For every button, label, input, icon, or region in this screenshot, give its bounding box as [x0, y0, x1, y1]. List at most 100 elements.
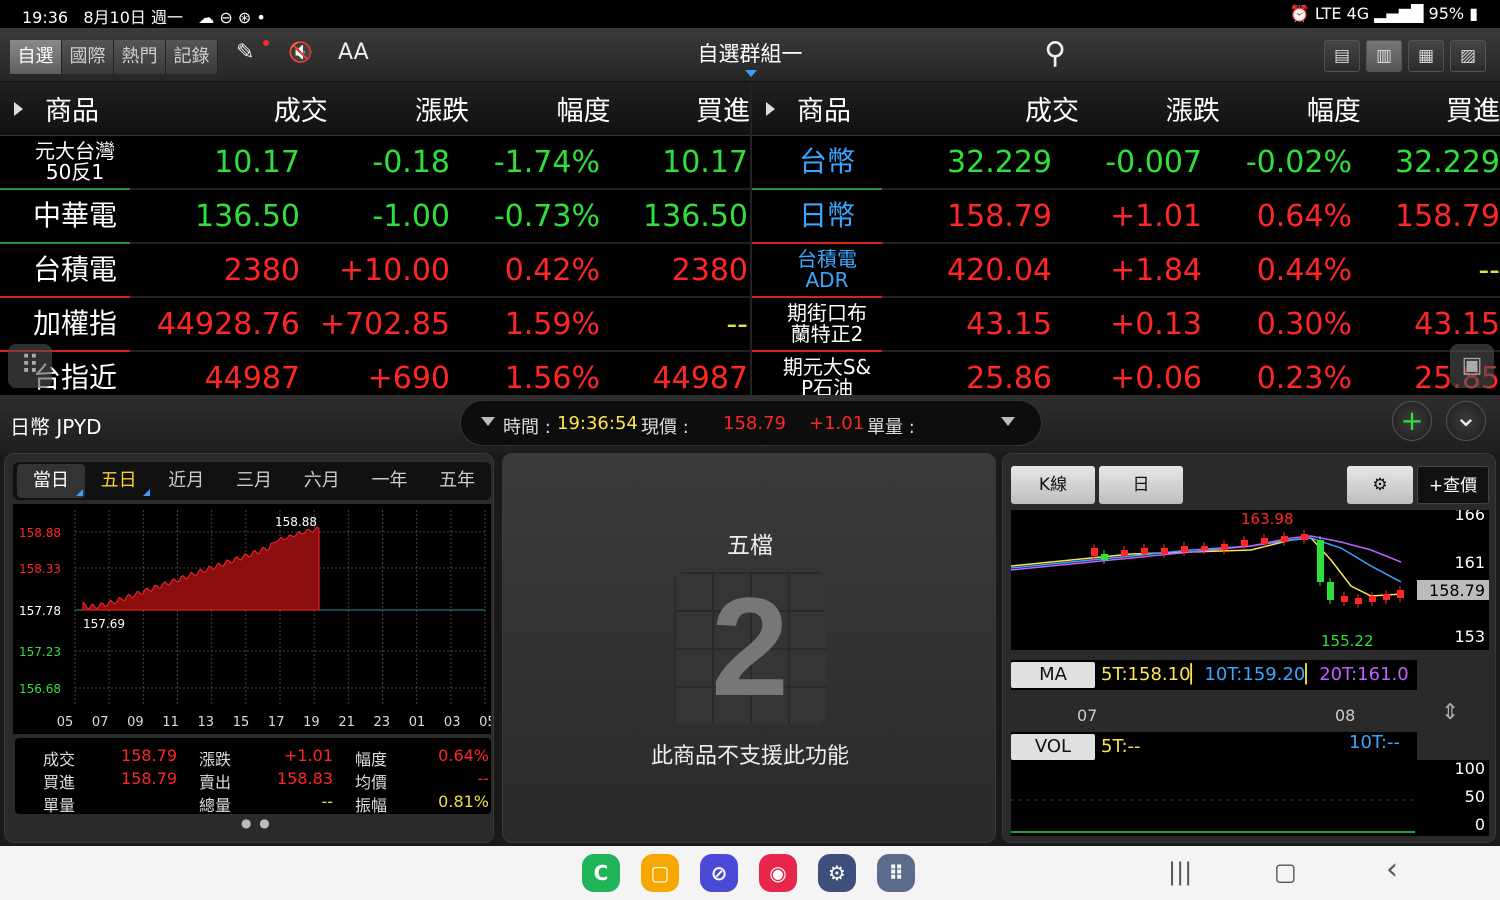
header-percent: 幅度	[556, 96, 611, 127]
split-view-icon[interactable]: ▥	[1366, 40, 1402, 72]
quote-row[interactable]: 加權指 44928.76 +702.85 1.59% --	[0, 298, 750, 352]
sort-icon[interactable]: ⇕	[1441, 700, 1459, 725]
period-button[interactable]: 日	[1099, 466, 1183, 504]
tab-history[interactable]: 記錄	[166, 40, 218, 74]
expand-arrow-icon[interactable]	[766, 101, 775, 116]
tab-popular[interactable]: 熱門	[114, 40, 166, 74]
signal-icons: ⏰ LTE 4G ▂▄▆█	[1289, 4, 1424, 23]
quote-row[interactable]: 期元大S& P石油 25.86 +0.06 0.23% 25.85	[752, 352, 1500, 396]
x-tick-label: 19	[303, 715, 320, 730]
header-change: 漲跌	[415, 96, 470, 127]
chart-view-icon[interactable]: ▨	[1450, 40, 1486, 72]
change-percent: -0.02%	[1245, 144, 1352, 180]
status-date: 8月10日 週一	[83, 8, 184, 27]
home-icon[interactable]: ▢	[1274, 858, 1297, 886]
tab-international[interactable]: 國際	[62, 40, 114, 74]
page-indicator: ● ●	[241, 816, 272, 830]
browser-app-icon[interactable]: ⊘	[700, 854, 738, 892]
group-dropdown-caret-icon[interactable]	[745, 70, 757, 77]
settings-app-icon[interactable]: ⚙	[818, 854, 856, 892]
intraday-chart[interactable]: 158.88 158.33 157.78 157.23 156.68 05 07 09 11 13…	[13, 504, 491, 734]
range-tab-month[interactable]: 近月	[152, 464, 220, 498]
range-tab-5day[interactable]: 五日	[85, 464, 153, 498]
stat-label: 漲跌	[199, 750, 232, 769]
quote-row[interactable]: 中華電 136.50 -1.00 -0.73% 136.50	[0, 190, 750, 244]
date-tick: 08	[1335, 706, 1356, 725]
quote-row[interactable]: 期街口布 蘭特正2 43.15 +0.13 0.30% 43.15	[752, 298, 1500, 352]
floating-screen-icon[interactable]: ▣	[1450, 344, 1494, 388]
apps-drawer-icon[interactable]: ⠿	[877, 854, 915, 892]
status-right: ⏰ LTE 4G ▂▄▆█ 95% ▮	[1290, 4, 1478, 23]
stat-value: +1.01	[283, 746, 333, 765]
product-name: 台積電 ADR	[752, 244, 902, 298]
qty-label: 單量 :	[867, 417, 915, 438]
settings-icon[interactable]: ⚙	[1347, 466, 1413, 504]
ticker-right-caret-icon[interactable]	[1001, 417, 1015, 426]
vol-legend: VOL 5T:-- 10T:--	[1011, 732, 1417, 760]
product-name-text: 台積電	[32, 253, 117, 287]
notification-icons: ☁ ⊖ ⊛ •	[198, 8, 266, 27]
expand-arrow-icon[interactable]	[14, 101, 23, 116]
collapse-icon[interactable]: ⌄	[1446, 401, 1486, 441]
product-name-text: 台幣	[798, 145, 855, 179]
back-icon[interactable]: ‹	[1386, 852, 1398, 887]
vol-label[interactable]: VOL	[1011, 734, 1095, 760]
ma-label[interactable]: MA	[1011, 662, 1095, 688]
quote-row[interactable]: 日幣 158.79 +1.01 0.64% 158.79	[752, 190, 1500, 244]
phone-app-icon[interactable]: C	[582, 854, 620, 892]
last-price: 43.15	[966, 306, 1052, 342]
header-bid: 買進	[695, 96, 750, 127]
add-icon[interactable]: +	[1392, 401, 1432, 441]
battery-percent: 95%	[1428, 4, 1465, 23]
kline-chart[interactable]: 166 161 153 158.79 163.98 155.22	[1011, 510, 1489, 650]
range-tab-3month[interactable]: 三月	[220, 464, 288, 498]
list-view-icon[interactable]: ▤	[1324, 40, 1360, 72]
product-name-text: 元大台灣 50反1	[35, 139, 115, 184]
kline-date-axis: 07 08 ⇕	[1011, 700, 1489, 730]
change-percent: 1.56%	[504, 360, 600, 396]
change-percent: 0.44%	[1256, 252, 1352, 288]
high-label: 158.88	[275, 515, 317, 529]
range-tab-6month[interactable]: 六月	[288, 464, 356, 498]
recent-apps-icon[interactable]: |||	[1168, 858, 1192, 886]
last-price: 158.79	[947, 198, 1052, 234]
price-change: -0.007	[1105, 144, 1202, 180]
mute-icon[interactable]: 🔇	[288, 40, 313, 72]
quote-button[interactable]: +查價	[1417, 466, 1489, 504]
price-change: +702.85	[319, 306, 450, 342]
font-size-icon[interactable]: AA	[338, 40, 369, 72]
candle-body	[1181, 546, 1188, 552]
grid-view-icon[interactable]: ▦	[1408, 40, 1444, 72]
unsupported-message: 此商品不支援此功能	[650, 744, 849, 769]
edit-icon[interactable]: ✎	[236, 40, 254, 72]
quote-table-right: 商品 成交 漲跌 幅度 買進 台幣 32.229 -0.007 -0.02% 3…	[750, 82, 1500, 395]
tab-favorites[interactable]: 自選	[10, 40, 62, 74]
last-price: 44928.76	[156, 306, 300, 342]
tab-marker-icon	[143, 489, 151, 496]
change-percent: -0.73%	[493, 198, 600, 234]
quote-row[interactable]: 台積電 ADR 420.04 +1.84 0.44% --	[752, 244, 1500, 298]
status-left: 19:36 8月10日 週一 ☁ ⊖ ⊛ •	[22, 4, 266, 28]
ticker-change: +1.01	[809, 413, 865, 434]
ticker-strip[interactable]: 時間 : 19:36:54 現價 : 158.79 +1.01 單量 :	[460, 400, 1042, 446]
quote-row[interactable]: 元大台灣 50反1 10.17 -0.18 -1.74% 10.17	[0, 136, 750, 190]
change-percent: 0.42%	[504, 252, 600, 288]
camera-app-icon[interactable]: ◉	[759, 854, 797, 892]
range-tab-5year[interactable]: 五年	[423, 464, 491, 498]
product-name: 加權指	[0, 298, 150, 352]
x-tick-label: 09	[127, 715, 144, 730]
quote-row[interactable]: 台指近 44987 +690 1.56% 44987	[0, 352, 750, 396]
x-tick-label: 05	[57, 715, 74, 730]
quote-row[interactable]: 台積電 2380 +10.00 0.42% 2380	[0, 244, 750, 298]
quote-row[interactable]: 台幣 32.229 -0.007 -0.02% 32.229	[752, 136, 1500, 190]
range-tab-today[interactable]: 當日	[17, 464, 85, 498]
range-tab-1year[interactable]: 一年	[356, 464, 424, 498]
search-icon[interactable]: ⚲	[1044, 36, 1066, 71]
product-name: 台積電	[0, 244, 150, 298]
last-price: 25.86	[966, 360, 1052, 396]
kline-button[interactable]: K線	[1011, 466, 1095, 504]
floating-keypad-icon[interactable]: ⠿	[8, 344, 52, 388]
group-title[interactable]: 自選群組一	[640, 38, 860, 68]
ticker-left-caret-icon[interactable]	[481, 417, 495, 426]
files-app-icon[interactable]: ▢	[641, 854, 679, 892]
